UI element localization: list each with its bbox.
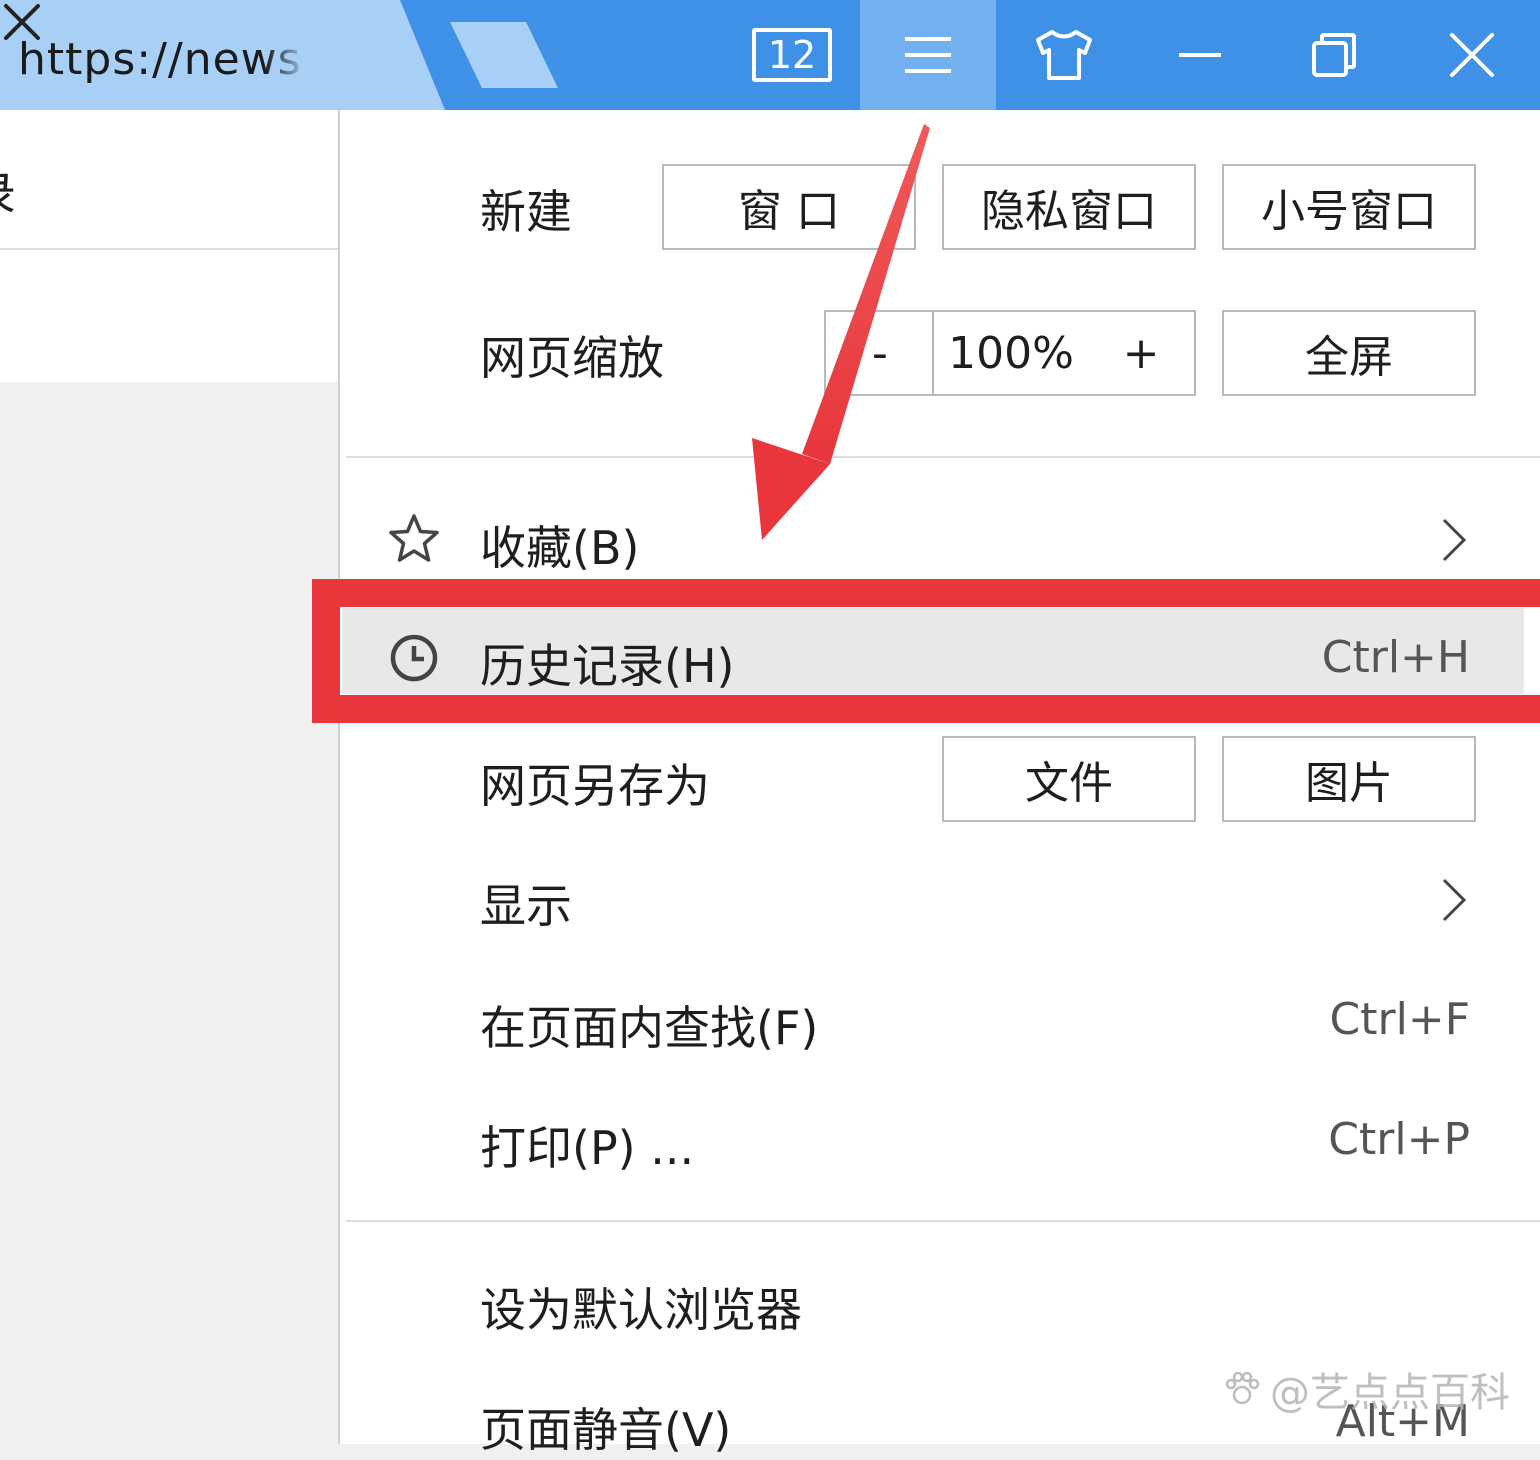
mute-label: 页面静音(V) [480, 1403, 732, 1457]
default-browser-label: 设为默认浏览器 [480, 1283, 802, 1337]
save-as-file-button[interactable]: 文件 [942, 736, 1196, 822]
watermark: @艺点点百科 [1222, 1360, 1510, 1418]
new-window-label: 窗 口 [738, 186, 840, 237]
zoom-in-label: + [1122, 327, 1160, 379]
new-label: 新建 [480, 185, 572, 239]
save-page-label: 网页另存为 [480, 759, 710, 813]
print-label: 打印(P) ... [480, 1121, 695, 1175]
title-bar: https://news 12 [0, 0, 1540, 110]
tab-count-button[interactable]: 12 [724, 0, 860, 110]
fullscreen-button[interactable]: 全屏 [1222, 310, 1476, 396]
new-window-button[interactable]: 窗 口 [662, 164, 916, 250]
save-as-file-label: 文件 [1025, 758, 1113, 809]
close-window-button[interactable] [1404, 0, 1540, 110]
tab-count-value: 12 [767, 33, 817, 77]
menu-divider [346, 456, 1540, 458]
minimize-button[interactable] [1132, 0, 1268, 110]
zoom-out-label: - [872, 327, 888, 379]
close-icon [1450, 33, 1494, 77]
zoom-value: 100% [932, 310, 1090, 396]
find-label: 在页面内查找(F) [480, 1001, 819, 1055]
tab-title: https://news [18, 34, 302, 85]
page-partial-text: 录 [0, 158, 16, 224]
watermark-text: @艺点点百科 [1270, 1370, 1510, 1416]
skin-button[interactable] [996, 0, 1132, 110]
page-content: 录 [0, 110, 340, 1444]
zoom-label: 网页缩放 [480, 331, 664, 385]
star-icon [389, 514, 439, 562]
tab-count-icon: 12 [752, 28, 832, 82]
save-as-image-label: 图片 [1305, 758, 1393, 809]
find-shortcut: Ctrl+F [1329, 994, 1470, 1045]
page-header-strip [0, 110, 340, 382]
annotation-highlight-box [312, 579, 1540, 723]
chevron-right-icon [1442, 878, 1467, 922]
skin-shirt-icon [1036, 30, 1092, 80]
main-menu-button[interactable] [860, 0, 996, 110]
fullscreen-label: 全屏 [1305, 332, 1393, 383]
zoom-value-text: 100% [948, 327, 1074, 379]
new-private-window-button[interactable]: 隐私窗口 [942, 164, 1196, 250]
zoom-out-button[interactable]: - [824, 310, 934, 396]
zoom-in-button[interactable]: + [1088, 310, 1196, 396]
restore-button[interactable] [1266, 0, 1402, 110]
chevron-right-icon [1442, 518, 1467, 562]
minimize-icon [1179, 53, 1221, 57]
browser-tab-active[interactable]: https://news [0, 0, 445, 110]
page-divider [0, 248, 340, 250]
favorites-label: 收藏(B) [480, 521, 640, 575]
new-private-window-label: 隐私窗口 [981, 186, 1157, 237]
tab-close-icon[interactable] [0, 0, 44, 44]
save-as-image-button[interactable]: 图片 [1222, 736, 1476, 822]
print-shortcut: Ctrl+P [1328, 1114, 1470, 1165]
menu-icon [905, 37, 951, 73]
new-tab-button[interactable] [446, 20, 562, 90]
new-alt-account-window-label: 小号窗口 [1261, 186, 1437, 237]
menu-divider [346, 1220, 1540, 1222]
restore-icon [1312, 33, 1356, 77]
main-menu-dropdown: 新建 窗 口 隐私窗口 小号窗口 网页缩放 - 100% + 全屏 收藏(B) … [338, 110, 1540, 1457]
new-alt-account-window-button[interactable]: 小号窗口 [1222, 164, 1476, 250]
display-label: 显示 [480, 879, 572, 933]
paw-logo-icon [1225, 1371, 1260, 1405]
